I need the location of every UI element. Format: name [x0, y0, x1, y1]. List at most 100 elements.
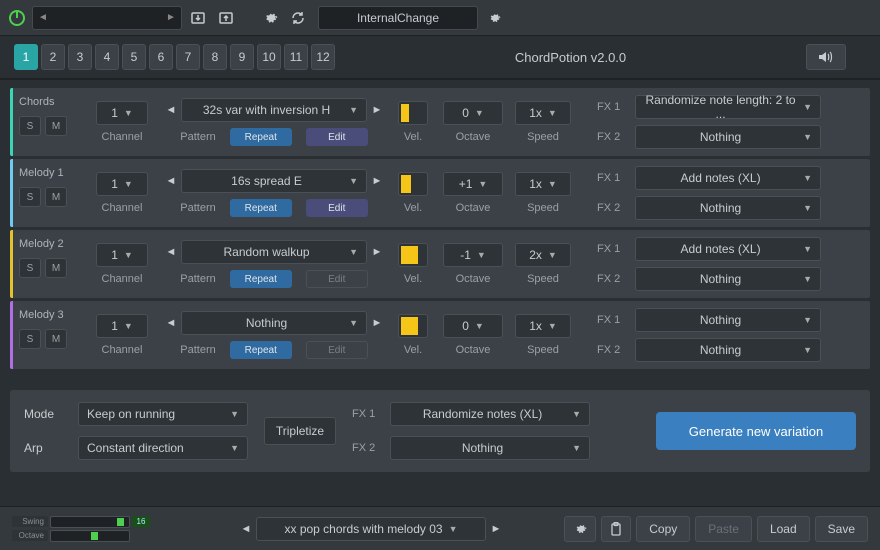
channel-select[interactable]: 1▼ [96, 314, 148, 338]
paste-button[interactable]: Paste [695, 516, 752, 542]
swing-label: Swing [12, 516, 48, 527]
preset-name-display[interactable]: InternalChange [318, 6, 478, 30]
mute-button[interactable]: M [45, 187, 67, 207]
swing-slider[interactable] [50, 516, 130, 528]
velocity-control[interactable] [398, 172, 428, 196]
speed-select[interactable]: 1x▼ [515, 314, 571, 338]
import-icon[interactable] [186, 6, 210, 30]
export-icon[interactable] [214, 6, 238, 30]
slot-tab-1[interactable]: 1 [14, 44, 38, 70]
fx2-select[interactable]: Nothing▼ [635, 125, 821, 149]
fx1-select[interactable]: Add notes (XL)▼ [635, 237, 821, 261]
preset-next[interactable]: ► [488, 517, 504, 541]
clipboard-button[interactable] [601, 516, 631, 542]
save-button[interactable]: Save [815, 516, 868, 542]
copy-button[interactable]: Copy [636, 516, 690, 542]
load-button[interactable]: Load [757, 516, 810, 542]
global-panel: Mode Keep on running▼ Arp Constant direc… [10, 390, 870, 472]
slot-tab-4[interactable]: 4 [95, 44, 119, 70]
refresh-icon[interactable] [286, 6, 310, 30]
tripletize-button[interactable]: Tripletize [264, 417, 336, 445]
master-volume-button[interactable] [806, 44, 846, 70]
chevron-down-icon: ▼ [349, 247, 358, 257]
velocity-control[interactable] [398, 101, 428, 125]
repeat-button[interactable]: Repeat [230, 128, 292, 146]
channel-select[interactable]: 1▼ [96, 101, 148, 125]
velocity-control[interactable] [398, 314, 428, 338]
mute-button[interactable]: M [45, 329, 67, 349]
history-next[interactable]: ► [161, 12, 181, 23]
pattern-select[interactable]: 32s var with inversion H▼ [181, 98, 367, 122]
gear-icon[interactable] [258, 6, 282, 30]
pattern-select[interactable]: 16s spread E▼ [181, 169, 367, 193]
slot-tab-6[interactable]: 6 [149, 44, 173, 70]
chevron-down-icon: ▼ [475, 108, 484, 118]
slot-tab-3[interactable]: 3 [68, 44, 92, 70]
fx1-select[interactable]: Nothing▼ [635, 308, 821, 332]
fx2-select[interactable]: Nothing▼ [635, 338, 821, 362]
slot-tab-9[interactable]: 9 [230, 44, 254, 70]
solo-button[interactable]: S [19, 329, 41, 349]
speed-select[interactable]: 2x▼ [515, 243, 571, 267]
preset-prev[interactable]: ◄ [238, 517, 254, 541]
edit-button[interactable]: Edit [306, 270, 368, 288]
mute-button[interactable]: M [45, 116, 67, 136]
solo-button[interactable]: S [19, 258, 41, 278]
speed-select[interactable]: 1x▼ [515, 101, 571, 125]
global-left: Mode Keep on running▼ Arp Constant direc… [24, 402, 248, 460]
arp-select[interactable]: Constant direction▼ [78, 436, 248, 460]
history-prev[interactable]: ◄ [33, 12, 53, 23]
speed-select[interactable]: 1x▼ [515, 172, 571, 196]
pattern-prev[interactable]: ◄ [163, 169, 179, 193]
power-button[interactable] [6, 7, 28, 29]
solo-button[interactable]: S [19, 187, 41, 207]
pattern-next[interactable]: ► [369, 98, 385, 122]
slot-tab-12[interactable]: 12 [311, 44, 335, 70]
solo-button[interactable]: S [19, 116, 41, 136]
channel-select[interactable]: 1▼ [96, 243, 148, 267]
octave-label: Octave [456, 131, 491, 143]
pattern-select[interactable]: Random walkup▼ [181, 240, 367, 264]
octave-select[interactable]: 0▼ [443, 101, 503, 125]
fx1-select[interactable]: Randomize note length: 2 to ...▼ [635, 95, 821, 119]
repeat-button[interactable]: Repeat [230, 199, 292, 217]
fx2-select[interactable]: Nothing▼ [635, 196, 821, 220]
octave-select[interactable]: +1▼ [443, 172, 503, 196]
slot-tab-5[interactable]: 5 [122, 44, 146, 70]
octave-select[interactable]: 0▼ [443, 314, 503, 338]
slot-tab-2[interactable]: 2 [41, 44, 65, 70]
pattern-prev[interactable]: ◄ [163, 98, 179, 122]
edit-button[interactable]: Edit [306, 341, 368, 359]
slot-tab-10[interactable]: 10 [257, 44, 281, 70]
pattern-next[interactable]: ► [369, 311, 385, 335]
footer-gear-button[interactable] [564, 516, 596, 542]
chevron-down-icon: ▼ [349, 105, 358, 115]
repeat-button[interactable]: Repeat [230, 270, 292, 288]
global-fx1-select[interactable]: Randomize notes (XL)▼ [390, 402, 590, 426]
velocity-control[interactable] [398, 243, 428, 267]
preset-select[interactable]: xx pop chords with melody 03▼ [256, 517, 486, 541]
pattern-next[interactable]: ► [369, 169, 385, 193]
speed-label: Speed [527, 131, 559, 143]
pattern-label: Pattern [180, 344, 215, 356]
mute-button[interactable]: M [45, 258, 67, 278]
slot-tab-11[interactable]: 11 [284, 44, 308, 70]
edit-button[interactable]: Edit [306, 199, 368, 217]
mode-select[interactable]: Keep on running▼ [78, 402, 248, 426]
octave-slider[interactable] [50, 530, 130, 542]
pattern-select[interactable]: Nothing▼ [181, 311, 367, 335]
repeat-button[interactable]: Repeat [230, 341, 292, 359]
slot-tab-7[interactable]: 7 [176, 44, 200, 70]
octave-select[interactable]: -1▼ [443, 243, 503, 267]
pattern-next[interactable]: ► [369, 240, 385, 264]
edit-button[interactable]: Edit [306, 128, 368, 146]
global-fx2-select[interactable]: Nothing▼ [390, 436, 590, 460]
slot-tab-8[interactable]: 8 [203, 44, 227, 70]
preset-gear-icon[interactable] [482, 6, 506, 30]
pattern-prev[interactable]: ◄ [163, 311, 179, 335]
channel-select[interactable]: 1▼ [96, 172, 148, 196]
generate-button[interactable]: Generate new variation [656, 412, 856, 450]
fx1-select[interactable]: Add notes (XL)▼ [635, 166, 821, 190]
pattern-prev[interactable]: ◄ [163, 240, 179, 264]
fx2-select[interactable]: Nothing▼ [635, 267, 821, 291]
